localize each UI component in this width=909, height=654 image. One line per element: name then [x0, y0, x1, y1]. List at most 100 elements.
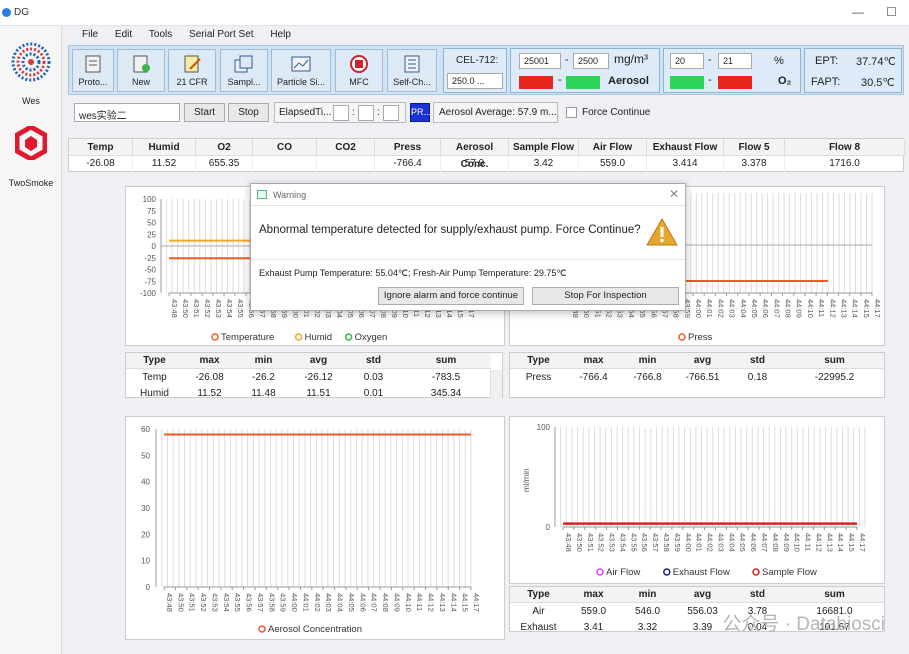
- ignore-alarm-button[interactable]: Ignore alarm and force continue: [378, 287, 524, 305]
- cfr-button[interactable]: 21 CFR: [168, 49, 216, 92]
- menu-help[interactable]: Help: [270, 29, 291, 40]
- stats-header: max: [567, 587, 620, 603]
- table-cell: 1716.0: [785, 156, 905, 172]
- elapsed-minutes-input[interactable]: [358, 105, 374, 121]
- menu-edit[interactable]: Edit: [115, 29, 132, 40]
- chart3-x-tick-label: 43:50: [176, 593, 185, 612]
- particle-size-button[interactable]: Particle Si...: [271, 49, 331, 92]
- new-button[interactable]: New: [117, 49, 165, 92]
- chart4-x-tick-label: 44:08: [771, 533, 780, 552]
- watermark: 公众号 · Databiosci: [722, 614, 885, 635]
- temperature-readout-group: EPT: 37.74℃ FAPT: 30.5℃: [804, 48, 902, 93]
- sidebar: Wes TwoSmoke: [0, 26, 62, 654]
- chart4-x-tick-label: 44:06: [749, 533, 758, 552]
- app-icon: [2, 8, 11, 17]
- chart3-x-tick-label: 44:12: [427, 593, 436, 612]
- title-bar: DG — ☐: [0, 0, 909, 26]
- stats-cell: Humid: [140, 388, 169, 398]
- aerosol-min-input[interactable]: 25001: [519, 53, 561, 69]
- table-cell: 655.35: [196, 156, 253, 172]
- table-header: CO: [253, 139, 317, 156]
- chart4-x-tick-label: 44:02: [706, 533, 715, 552]
- chart1-y-tick-label: 0: [152, 242, 157, 251]
- maximize-icon[interactable]: ☐: [886, 5, 897, 19]
- chart1-x-tick-label: 43:52: [203, 299, 212, 318]
- chart4-legend-label: Exhaust Flow: [673, 567, 730, 578]
- aerosol-unit: mg/m³: [614, 52, 648, 66]
- pr-button[interactable]: PR...: [410, 103, 431, 122]
- menu-serial-port-set[interactable]: Serial Port Set: [189, 29, 253, 40]
- chart3-x-tick-label: 44:00: [290, 593, 299, 612]
- chart3-x-tick-label: 44:08: [381, 593, 390, 612]
- sidebar-item-label: TwoSmoke: [8, 178, 54, 188]
- self-check-button[interactable]: Self-Ch...: [387, 49, 437, 92]
- live-data-table: Temp -26.08 Humid 11.52 O2 655.35 CO CO2 Press -7…: [68, 138, 905, 172]
- chart4-x-tick-label: 43:59: [673, 533, 682, 552]
- stats-cell: 546.0: [634, 606, 661, 617]
- chart3-x-tick-label: 44:05: [347, 593, 356, 612]
- stats-header: sum: [785, 353, 884, 369]
- chart2-x-tick-label: 44:04: [739, 299, 748, 318]
- chart1-x-tick-label: 43:54: [225, 299, 234, 318]
- stats-header: std: [730, 587, 785, 603]
- cel-select[interactable]: 250.0 ...: [447, 73, 503, 89]
- sidebar-item-wes[interactable]: Wes: [4, 40, 58, 110]
- menu-file[interactable]: File: [82, 29, 98, 40]
- stop-button[interactable]: Stop: [228, 103, 269, 122]
- chart3-x-tick-label: 43:48: [165, 593, 174, 612]
- chart2-x-tick-label: 44:02: [716, 299, 725, 318]
- chart3-x-tick-label: 44:09: [392, 593, 401, 612]
- sample-button[interactable]: Sampl...: [220, 49, 268, 92]
- chart3-y-tick-label: 10: [141, 557, 150, 566]
- chart2-x-tick-label: 44:08: [784, 299, 793, 318]
- table-cell: -766.4: [375, 156, 441, 172]
- chart2-x-tick-label: 44:03: [728, 299, 737, 318]
- minimize-icon[interactable]: —: [852, 5, 864, 19]
- chart3-x-tick-label: 43:55: [233, 593, 242, 612]
- table-cell: 3.414: [647, 156, 724, 172]
- stop-for-inspection-button[interactable]: Stop For Inspection: [532, 287, 679, 305]
- table-header: CO2: [317, 139, 375, 156]
- stats-cell: 0.03: [363, 372, 384, 383]
- window-title: DG: [14, 7, 29, 18]
- chart3-x-tick-label: 43:53: [210, 593, 219, 612]
- chart4-x-tick-label: 44:00: [684, 533, 693, 552]
- chart1-x-tick-label: 43:50: [181, 299, 190, 318]
- force-continue-label: Force Continue: [582, 107, 651, 118]
- stats-cell: -22995.2: [814, 372, 855, 383]
- stats-cell: Exhaust: [520, 622, 557, 632]
- protocol-icon: [85, 55, 101, 73]
- chart3-x-tick-label: 44:06: [358, 593, 367, 612]
- flow-plot: 100 0 ml/min 43:48 43:50 43:51 43:52 43:53 43:54…: [522, 423, 867, 578]
- chart4-legend-marker: [596, 568, 604, 576]
- o2-max-input[interactable]: 21: [718, 53, 752, 69]
- cfr-edit-icon: [184, 55, 201, 73]
- aerosol-concentration-plot: 605040302010043:48 43:50 43:51 43:52 43:53 43…: [141, 425, 481, 635]
- stats-header: max: [183, 353, 236, 369]
- fapt-label: FAPT:: [811, 76, 841, 88]
- stats-cell: -766.51: [685, 372, 720, 383]
- chart1-legend-label: Temperature: [221, 332, 274, 343]
- chart2-x-tick-label: 44:07: [772, 299, 781, 318]
- chart-aerosol-concentration: 60 50 40 30 20 10 0 43:48 43:50 43:51 43:52 43:53 43…: [125, 416, 505, 640]
- chart3-x-tick-label: 44:15: [461, 593, 470, 612]
- menu-tools[interactable]: Tools: [149, 29, 172, 40]
- new-file-icon: [133, 55, 150, 73]
- experiment-name-input[interactable]: wes实验二: [74, 103, 180, 122]
- elapsed-time-label: ElapsedTi...: [279, 107, 332, 118]
- start-button[interactable]: Start: [184, 103, 225, 122]
- o2-min-input[interactable]: 20: [670, 53, 704, 69]
- mfc-button[interactable]: MFC: [335, 49, 383, 92]
- force-continue-checkbox[interactable]: [566, 107, 577, 118]
- protocol-button[interactable]: Proto...: [72, 49, 114, 92]
- sidebar-item-twosmoke[interactable]: TwoSmoke: [4, 122, 58, 192]
- aerosol-max-input[interactable]: 2500: [573, 53, 609, 69]
- elapsed-hours-input[interactable]: [333, 105, 349, 121]
- elapsed-seconds-input[interactable]: [383, 105, 399, 121]
- chart3-legend-label: Aerosol Concentration: [268, 624, 362, 635]
- table-header: Press: [375, 139, 441, 156]
- table-cell: 559.0: [579, 156, 647, 172]
- chart2-x-tick-label: 44:06: [761, 299, 770, 318]
- close-icon[interactable]: ✕: [669, 187, 679, 201]
- stats-scrollbar[interactable]: [490, 370, 502, 398]
